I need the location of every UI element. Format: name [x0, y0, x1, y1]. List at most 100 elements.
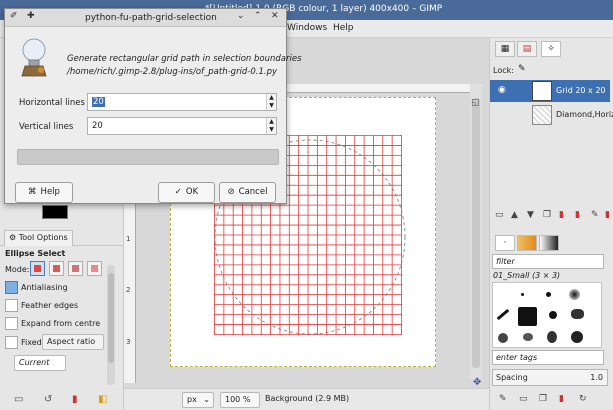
layers-tab-icon[interactable]: ▦: [495, 41, 515, 57]
foreground-color-swatch[interactable]: [42, 205, 68, 219]
help-icon: ⌘: [28, 187, 37, 197]
path-to-selection-icon[interactable]: ▮: [559, 210, 564, 220]
zoom-value: 100 %: [225, 395, 251, 404]
mode-intersect-button[interactable]: [87, 261, 102, 276]
brush-item[interactable]: [496, 308, 510, 321]
save-options-icon[interactable]: ▭: [14, 394, 23, 405]
progress-bar: [17, 149, 279, 165]
spin-arrows[interactable]: ▲ ▼: [266, 118, 276, 134]
brush-item[interactable]: [571, 331, 583, 343]
layer-row[interactable]: Diamond,Horizor: [490, 104, 613, 126]
close-icon[interactable]: ✕: [271, 11, 279, 21]
dialog-app-icon: ✐: [10, 11, 18, 21]
gradients-tab-icon[interactable]: [539, 235, 559, 251]
help-button[interactable]: ⌘ Help: [15, 182, 73, 203]
reset-options-icon[interactable]: ◧: [98, 394, 107, 405]
brush-item[interactable]: [523, 333, 533, 341]
lock-pencil-icon[interactable]: ✎: [518, 64, 526, 74]
mode-subtract-button[interactable]: [68, 261, 83, 276]
delete-path-icon[interactable]: ▮: [605, 210, 610, 220]
new-path-icon[interactable]: ▭: [495, 210, 504, 220]
canvas-vertical-scrollbar[interactable]: [470, 84, 482, 379]
patterns-tab-icon[interactable]: [517, 235, 537, 251]
vruler-tick: 3: [126, 338, 131, 346]
delete-options-icon[interactable]: ▮: [72, 394, 78, 405]
restore-options-icon[interactable]: ↺: [44, 394, 52, 405]
fixed-select[interactable]: Aspect ratio: [42, 334, 104, 350]
vruler-tick: 2: [126, 286, 131, 294]
mode-replace-button[interactable]: [30, 261, 45, 276]
brush-item[interactable]: [569, 289, 580, 300]
selection-to-path-icon[interactable]: ▮: [575, 210, 580, 220]
spin-arrows[interactable]: ▲ ▼: [266, 94, 276, 110]
brush-item[interactable]: [546, 292, 551, 297]
layer-thumbnail: [532, 105, 552, 125]
brush-item[interactable]: [518, 307, 537, 326]
brush-item[interactable]: [549, 311, 557, 319]
scrollbar-thumb[interactable]: [108, 273, 114, 363]
channels-tab-icon[interactable]: ▤: [517, 41, 537, 57]
lower-path-icon[interactable]: ▼: [527, 210, 534, 220]
brush-grid[interactable]: [492, 282, 602, 348]
brush-filter-input[interactable]: filter: [492, 254, 604, 269]
horizontal-lines-spinbox[interactable]: 20 ▲ ▼: [87, 93, 277, 111]
ok-button[interactable]: ✓ OK: [158, 182, 215, 203]
refresh-brushes-icon[interactable]: ↻: [579, 394, 587, 404]
ok-label: OK: [185, 187, 199, 197]
duplicate-path-icon[interactable]: ❐: [543, 210, 551, 220]
current-input[interactable]: Current: [14, 355, 66, 371]
expand-from-centre-checkbox[interactable]: [5, 317, 18, 330]
scrollbar-thumb[interactable]: [472, 98, 480, 368]
dialog-titlebar[interactable]: ✐ ✚ python-fu-path-grid-selection ⌄ ⌃ ✕: [5, 9, 286, 27]
tool-options-scrollbar[interactable]: [107, 265, 115, 385]
paths-action-strip: ▭ ▲ ▼ ❐ ▮ ▮ ✎ ▮: [489, 208, 613, 224]
brush-item[interactable]: [547, 331, 557, 343]
vertical-lines-spinbox[interactable]: 20 ▲ ▼: [87, 117, 277, 135]
check-icon: ✓: [174, 187, 182, 197]
cancel-label: Cancel: [238, 187, 268, 197]
visibility-eye-icon[interactable]: ◉: [498, 85, 506, 95]
menu-help[interactable]: Help: [333, 23, 354, 33]
duplicate-brush-icon[interactable]: ❐: [539, 394, 547, 404]
stroke-path-icon[interactable]: ✎: [591, 210, 599, 220]
dock-tab-strip: ▦ ▤ ✧: [489, 39, 613, 59]
brushes-tab-icon[interactable]: ·: [495, 235, 515, 251]
tab-tool-options[interactable]: ⚙ Tool Options: [4, 230, 73, 246]
feather-edges-checkbox[interactable]: [5, 299, 18, 312]
brush-item[interactable]: [521, 293, 524, 296]
plugin-path-line: /home/rich/.gimp-2.8/plug-ins/of_path-gr…: [67, 67, 278, 77]
zoom-select[interactable]: 100 % ⌄: [220, 392, 260, 410]
layer-name: Grid 20 x 20: [556, 86, 606, 95]
chevron-down-icon[interactable]: ⌄: [237, 11, 245, 21]
new-brush-icon[interactable]: ▭: [519, 394, 528, 404]
navigate-icon[interactable]: ✥: [473, 377, 481, 388]
raise-path-icon[interactable]: ▲: [511, 210, 518, 220]
fixed-checkbox[interactable]: [5, 336, 18, 349]
pin-icon[interactable]: ✚: [27, 11, 35, 21]
chevron-up-icon[interactable]: ⌃: [254, 11, 262, 21]
fixed-label: Fixed:: [21, 338, 45, 347]
brush-item[interactable]: [498, 333, 508, 343]
statusbar: px ⌄ 100 % ⌄ Background (2.9 MB): [124, 388, 489, 410]
menu-windows[interactable]: Windows: [287, 23, 327, 33]
mode-label: Mode:: [5, 265, 30, 274]
brush-tags-input[interactable]: enter tags: [492, 350, 604, 365]
paths-tab-icon[interactable]: ✧: [541, 41, 561, 57]
unit-select[interactable]: px ⌄: [182, 392, 214, 408]
tool-title: Ellipse Select: [5, 249, 66, 258]
delete-brush-icon[interactable]: ▮: [559, 394, 564, 404]
filter-placeholder: filter: [496, 257, 515, 266]
spacing-label: Spacing: [496, 373, 528, 382]
brush-spacing-slider[interactable]: Spacing 1.0: [492, 369, 608, 386]
layer-thumbnail: [532, 81, 552, 101]
brush-item[interactable]: [571, 309, 584, 319]
layer-row[interactable]: ◉ Grid 20 x 20: [490, 80, 610, 102]
edit-brush-icon[interactable]: ✎: [499, 394, 507, 404]
layer-status-text: Background (2.9 MB): [265, 394, 350, 403]
mode-add-button[interactable]: [49, 261, 64, 276]
cancel-icon: ⊘: [227, 187, 235, 197]
cancel-button[interactable]: ⊘ Cancel: [219, 182, 276, 203]
antialiasing-checkbox[interactable]: [5, 281, 18, 294]
horizontal-lines-label: Horizontal lines: [19, 98, 85, 108]
zoom-toggle-icon[interactable]: ◱: [471, 98, 480, 108]
